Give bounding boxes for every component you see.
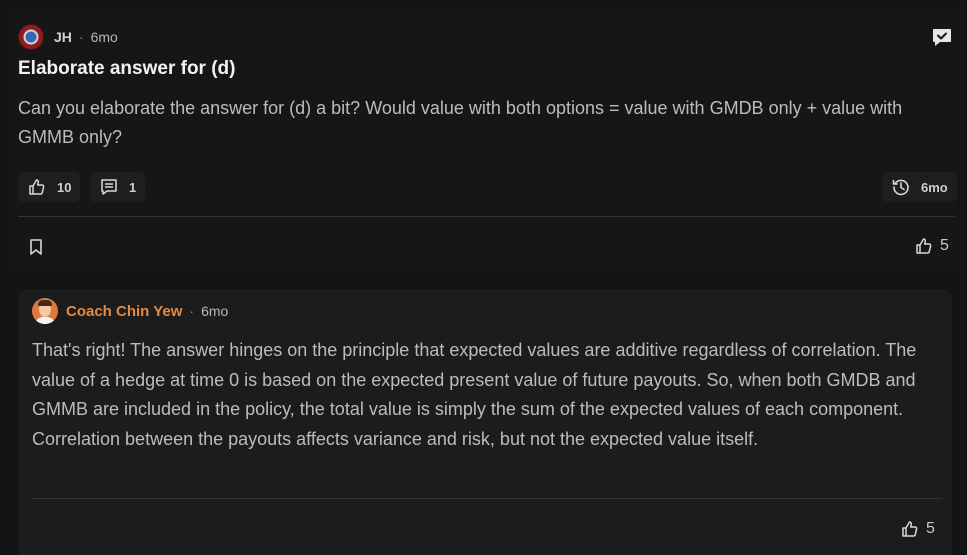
last-activity: 6mo [921, 179, 948, 195]
avatar[interactable] [18, 24, 44, 50]
divider [32, 498, 942, 499]
comment-icon [99, 177, 119, 197]
footer-like-button[interactable]: 5 [914, 236, 949, 256]
reply-age: 6mo [201, 303, 229, 319]
comment-count: 1 [129, 179, 137, 195]
reply-like-button[interactable]: 5 [900, 519, 935, 539]
post-header: JH · 6mo [18, 24, 118, 50]
divider [18, 216, 955, 217]
post-title[interactable]: Elaborate answer for (d) [18, 58, 236, 80]
like-count: 10 [57, 179, 72, 195]
post-age: 6mo [90, 29, 118, 45]
reply-author[interactable]: Coach Chin Yew [66, 303, 182, 320]
chat-check-icon[interactable] [931, 26, 953, 48]
comments-button[interactable]: 1 [90, 172, 146, 202]
thumbs-up-icon [914, 236, 934, 256]
footer-like-count: 5 [940, 237, 949, 254]
activity-badge: 6mo [882, 172, 957, 202]
thumbs-up-icon [900, 519, 920, 539]
reply-header: Coach Chin Yew · 6mo [32, 298, 229, 324]
avatar[interactable] [32, 298, 58, 324]
thumbs-up-icon [27, 177, 47, 197]
separator: · [189, 303, 195, 319]
history-icon [891, 177, 911, 197]
post-card: JH · 6mo Elaborate answer for (d) Can yo… [8, 8, 959, 270]
reply-card: Coach Chin Yew · 6mo That's right! The a… [18, 289, 952, 555]
like-button[interactable]: 10 [18, 172, 81, 202]
reply-body: That's right! The answer hinges on the p… [32, 340, 917, 449]
separator: · [78, 29, 84, 45]
post-body: Can you elaborate the answer for (d) a b… [18, 98, 903, 147]
post-author[interactable]: JH [54, 29, 72, 45]
reply-like-count: 5 [926, 520, 935, 537]
bookmark-icon[interactable] [26, 237, 46, 257]
